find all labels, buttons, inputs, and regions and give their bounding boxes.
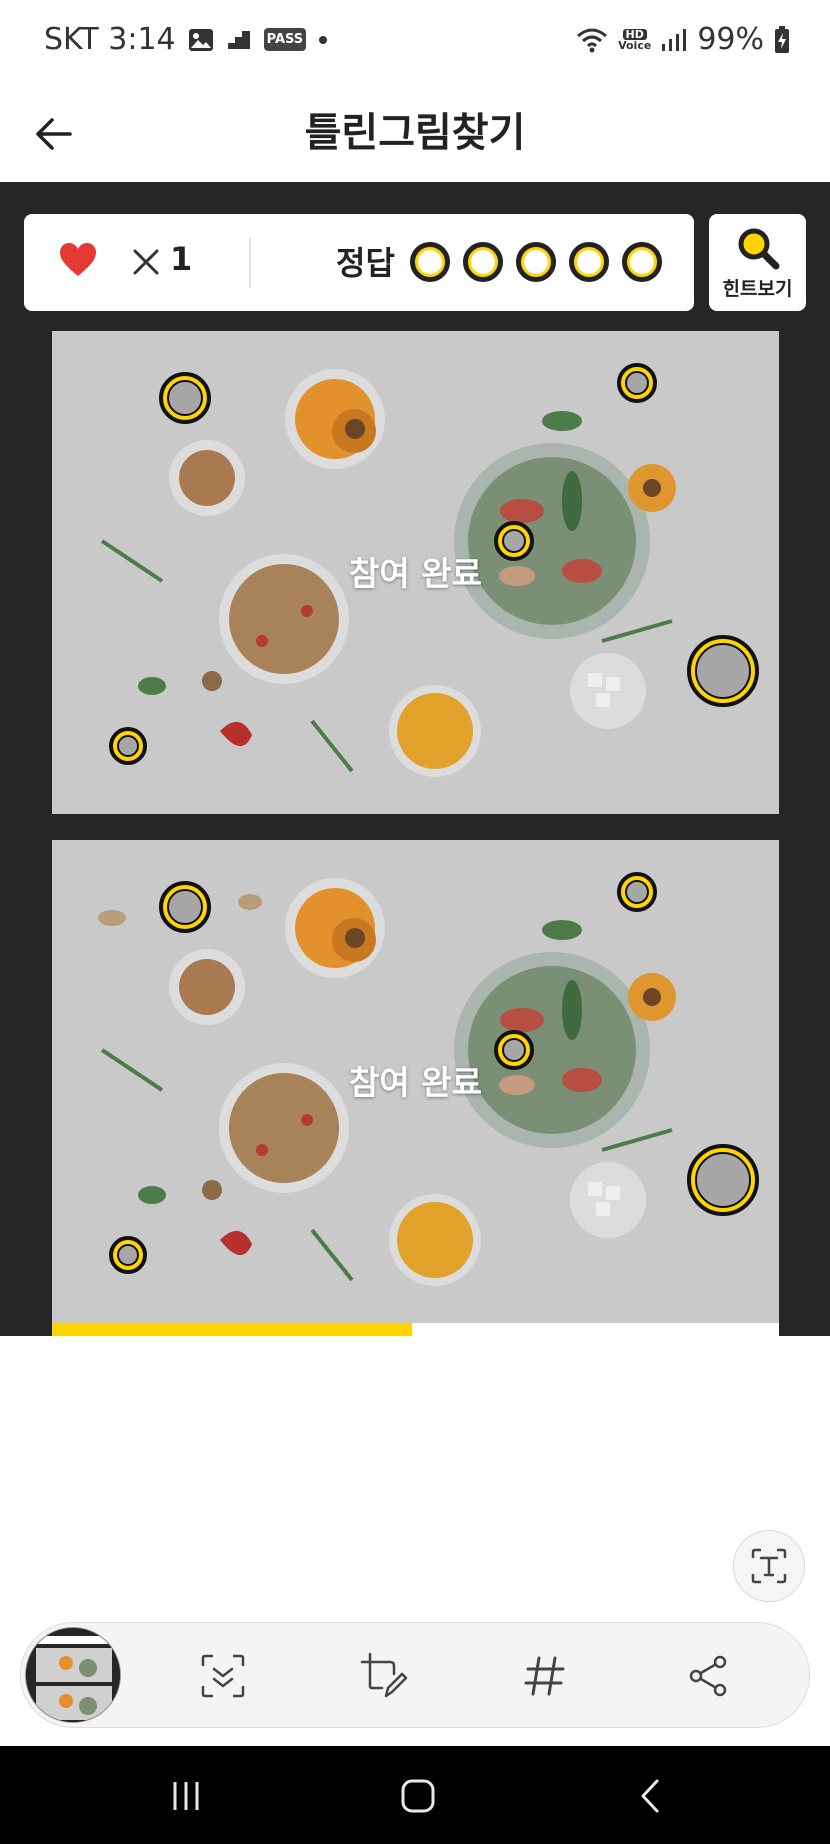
participation-complete-label: 참여 완료 [349,1063,482,1102]
card-divider [249,238,251,288]
magnifier-icon [736,226,780,274]
difference-marker [109,1236,147,1274]
recent-apps-button[interactable] [156,1776,216,1816]
hint-button[interactable]: 힌트보기 [709,214,806,311]
lives-count: 1 [170,240,193,278]
battery-percent: 99% [697,22,764,57]
app-header: 틀린그림찾기 [0,86,830,182]
difference-marker [159,372,211,424]
signal-icon [661,28,687,52]
hint-label: 힌트보기 [722,278,793,300]
difference-marker [617,872,657,912]
hashtag-icon [524,1656,565,1696]
difference-marker [159,881,211,933]
crop-edit-button[interactable] [358,1650,410,1702]
page-title: 틀린그림찾기 [304,110,526,156]
difference-marker [617,363,657,403]
difference-marker [687,1144,759,1216]
status-bar: SKT 3:14 PASS HD Voice 99% [0,0,830,86]
share-icon [689,1655,727,1697]
home-button[interactable] [388,1776,448,1816]
wifi-icon [576,27,608,53]
status-right: HD Voice 99% [576,22,790,57]
text-extract-button[interactable] [733,1530,805,1602]
stairs-icon [226,29,252,51]
answer-slot [463,242,503,282]
pass-icon: PASS [263,28,307,51]
crop-edit-icon [360,1652,408,1698]
answer-slot [410,242,450,282]
scroll-capture-button[interactable] [197,1650,249,1702]
score-card: 1 정답 [24,214,694,311]
image-icon [188,27,214,53]
hashtag-button[interactable] [519,1650,571,1702]
answer-label: 정답 [336,244,395,282]
times-icon [132,248,160,280]
hd-label: HD [622,28,647,40]
carrier-time: SKT 3:14 [44,22,176,57]
answer-slots [410,242,662,282]
recent-apps-icon [173,1782,199,1810]
progress-bar [52,1323,779,1336]
voice-label: Voice [618,38,652,52]
home-icon [401,1779,435,1813]
screenshot-toolbar [20,1622,810,1728]
system-back-button[interactable] [620,1776,680,1816]
game-area: 1 정답 힌트보기 참여 완료 참여 완료 [0,182,830,1336]
share-button[interactable] [682,1650,734,1702]
heart-icon [58,242,98,282]
navigation-bar [0,1746,830,1844]
puzzle-image-top[interactable]: 참여 완료 [52,331,779,814]
scan-capture-icon [201,1654,245,1698]
answer-slot [516,242,556,282]
difference-marker [687,635,759,707]
progress-fill [52,1323,412,1336]
difference-marker [109,727,147,765]
answer-slot [569,242,609,282]
hd-voice-icon: HD Voice [618,28,652,52]
text-extract-icon [751,1548,787,1584]
battery-charging-icon [774,25,790,54]
status-left: SKT 3:14 PASS [44,22,328,57]
answer-slot [622,242,662,282]
puzzle-image-bottom[interactable]: 참여 완료 [52,840,779,1323]
back-icon [641,1779,659,1813]
participation-complete-label: 참여 완료 [349,554,482,593]
screenshot-thumbnail[interactable] [25,1627,121,1723]
dot-icon [318,35,328,45]
